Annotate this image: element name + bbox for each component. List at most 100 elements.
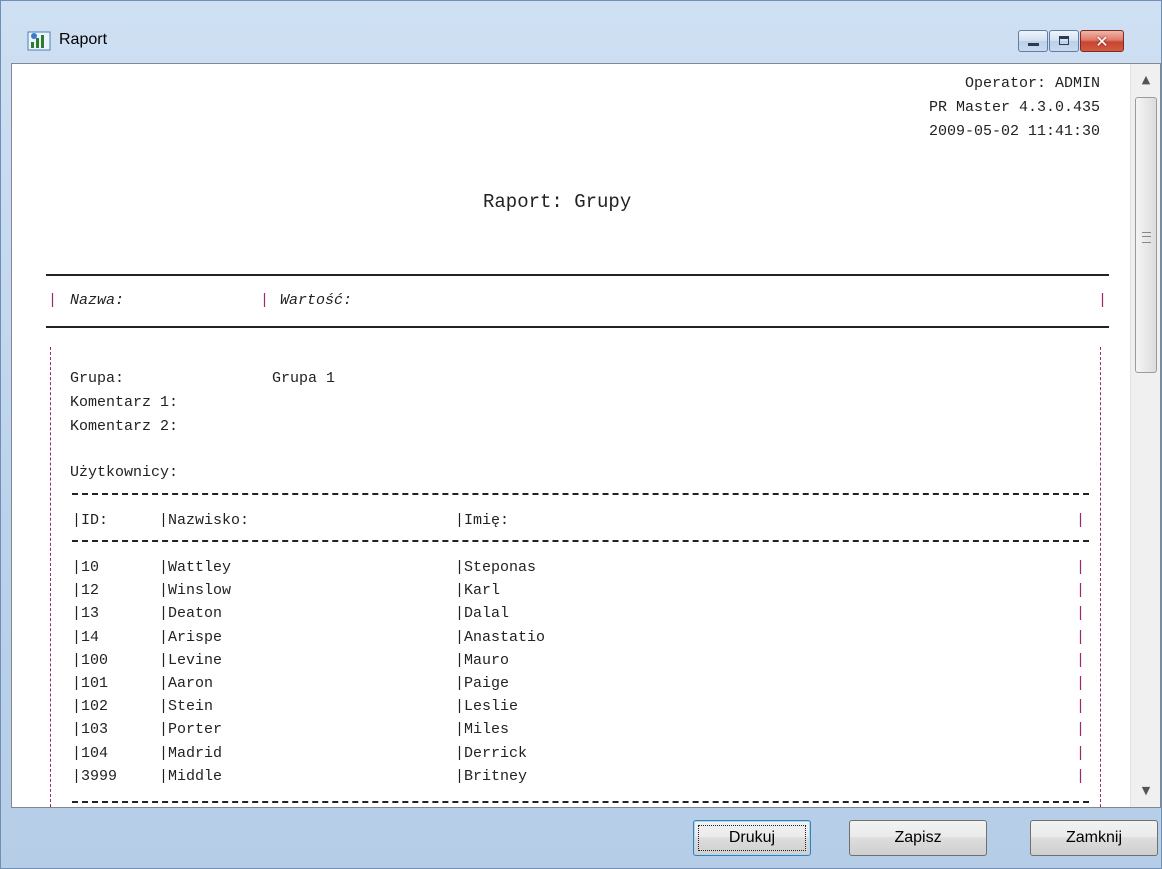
user-id-cell-value: 12 <box>81 582 100 599</box>
user-firstname-cell: |Leslie <box>455 698 519 715</box>
user-id-cell-value: 100 <box>81 652 109 669</box>
user-surname-cell-value: Madrid <box>168 745 223 762</box>
user-firstname-cell: |Paige <box>455 675 510 692</box>
user-id-cell: |101 <box>72 675 109 692</box>
save-button[interactable]: Zapisz <box>849 820 987 856</box>
users-header-surname-label: Nazwisko: <box>168 512 250 529</box>
users-header-id: |ID: <box>72 512 109 529</box>
user-firstname-cell: |Karl <box>455 582 501 599</box>
border-pipe: | <box>48 292 58 309</box>
header-rule-top <box>46 274 1109 276</box>
scroll-up-icon[interactable]: ▲ <box>1131 66 1160 94</box>
user-firstname-cell-value: Miles <box>464 721 510 738</box>
user-surname-cell: |Deaton <box>159 605 223 622</box>
user-id-cell: |3999 <box>72 768 118 785</box>
user-surname-cell-value: Aaron <box>168 675 214 692</box>
report-title: Raport: Grupy <box>483 191 632 213</box>
version-text: PR Master 4.3.0.435 <box>928 99 1100 116</box>
column-header-value: Wartość: <box>280 292 353 309</box>
close-window-button[interactable]: ✕ <box>1080 30 1124 52</box>
user-firstname-cell: |Dalal <box>455 605 510 622</box>
users-label: Użytkownicy: <box>70 464 179 481</box>
user-surname-cell-value: Deaton <box>168 605 223 622</box>
group-label: Grupa: <box>70 370 125 387</box>
comment1-label: Komentarz 1: <box>70 394 179 411</box>
users-header-id-label: ID: <box>81 512 109 529</box>
user-firstname-cell-value: Steponas <box>464 559 537 576</box>
user-id-cell-value: 10 <box>81 559 100 576</box>
user-firstname-cell-value: Paige <box>464 675 510 692</box>
user-id-cell-value: 14 <box>81 629 100 646</box>
column-header-name: Nazwa: <box>70 292 125 309</box>
grip-icon <box>1142 232 1151 243</box>
users-table-rule-bottom <box>72 801 1089 803</box>
user-id-cell-value: 101 <box>81 675 109 692</box>
user-surname-cell-value: Winslow <box>168 582 232 599</box>
border-pipe: | <box>1076 675 1086 692</box>
border-pipe: | <box>1076 698 1086 715</box>
close-button-label: Zamknij <box>1065 829 1122 846</box>
user-firstname-cell: |Steponas <box>455 559 537 576</box>
comment2-label: Komentarz 2: <box>70 418 179 435</box>
print-button[interactable]: Drukuj <box>693 820 811 856</box>
user-firstname-cell-value: Leslie <box>464 698 519 715</box>
maximize-button[interactable] <box>1049 30 1079 52</box>
border-pipe: | <box>1076 605 1086 622</box>
user-id-cell: |10 <box>72 559 100 576</box>
user-firstname-cell-value: Karl <box>464 582 501 599</box>
user-firstname-cell-value: Anastatio <box>464 629 546 646</box>
user-id-cell: |102 <box>72 698 109 715</box>
user-id-cell-value: 103 <box>81 721 109 738</box>
user-firstname-cell: |Mauro <box>455 652 510 669</box>
user-firstname-cell: |Anastatio <box>455 629 546 646</box>
border-pipe: | <box>1076 768 1086 785</box>
user-id-cell-value: 13 <box>81 605 100 622</box>
border-pipe: | <box>1098 292 1108 309</box>
border-pipe: | <box>1076 582 1086 599</box>
user-firstname-cell: |Britney <box>455 768 528 785</box>
border-pipe: | <box>260 292 270 309</box>
scrollbar-thumb[interactable] <box>1135 97 1157 373</box>
border-pipe: | <box>1076 629 1086 646</box>
minimize-button[interactable] <box>1018 30 1048 52</box>
save-button-label: Zapisz <box>894 829 942 846</box>
close-button[interactable]: Zamknij <box>1030 820 1158 856</box>
left-border <box>50 347 51 807</box>
user-firstname-cell-value: Dalal <box>464 605 510 622</box>
user-id-cell-value: 104 <box>81 745 109 762</box>
close-icon: ✕ <box>1095 32 1109 51</box>
user-surname-cell: |Middle <box>159 768 223 785</box>
users-header-firstname-label: Imię: <box>464 512 510 529</box>
user-surname-cell: |Arispe <box>159 629 223 646</box>
user-surname-cell: |Stein <box>159 698 214 715</box>
user-id-cell-value: 3999 <box>81 768 118 785</box>
user-surname-cell-value: Levine <box>168 652 223 669</box>
users-header-firstname: |Imię: <box>455 512 510 529</box>
users-header-surname: |Nazwisko: <box>159 512 250 529</box>
user-surname-cell: |Madrid <box>159 745 223 762</box>
user-surname-cell-value: Stein <box>168 698 214 715</box>
user-surname-cell: |Porter <box>159 721 223 738</box>
report-viewer[interactable]: Operator: ADMIN PR Master 4.3.0.435 2009… <box>11 63 1161 808</box>
border-pipe: | <box>1076 652 1086 669</box>
user-surname-cell: |Winslow <box>159 582 232 599</box>
user-id-cell: |14 <box>72 629 100 646</box>
border-pipe: | <box>1076 721 1086 738</box>
report-document: Operator: ADMIN PR Master 4.3.0.435 2009… <box>12 64 1130 807</box>
user-surname-cell-value: Wattley <box>168 559 232 576</box>
datetime-text: 2009-05-02 11:41:30 <box>928 123 1100 140</box>
user-firstname-cell-value: Britney <box>464 768 528 785</box>
user-surname-cell-value: Porter <box>168 721 223 738</box>
vertical-scrollbar[interactable]: ▲ ▼ <box>1130 64 1160 807</box>
button-bar: Drukuj Zapisz Zamknij <box>11 808 1161 868</box>
report-window: Raport ✕ Operator: ADMIN PR Master 4.3.0… <box>0 0 1162 869</box>
user-firstname-cell-value: Mauro <box>464 652 510 669</box>
user-surname-cell: |Levine <box>159 652 223 669</box>
border-pipe: | <box>1076 559 1086 576</box>
users-table-rule-mid <box>72 540 1089 542</box>
user-id-cell-value: 102 <box>81 698 109 715</box>
scroll-down-icon[interactable]: ▼ <box>1131 777 1160 805</box>
border-pipe: | <box>1076 745 1086 762</box>
right-border <box>1100 347 1101 807</box>
title-bar[interactable]: Raport ✕ <box>1 1 1161 52</box>
